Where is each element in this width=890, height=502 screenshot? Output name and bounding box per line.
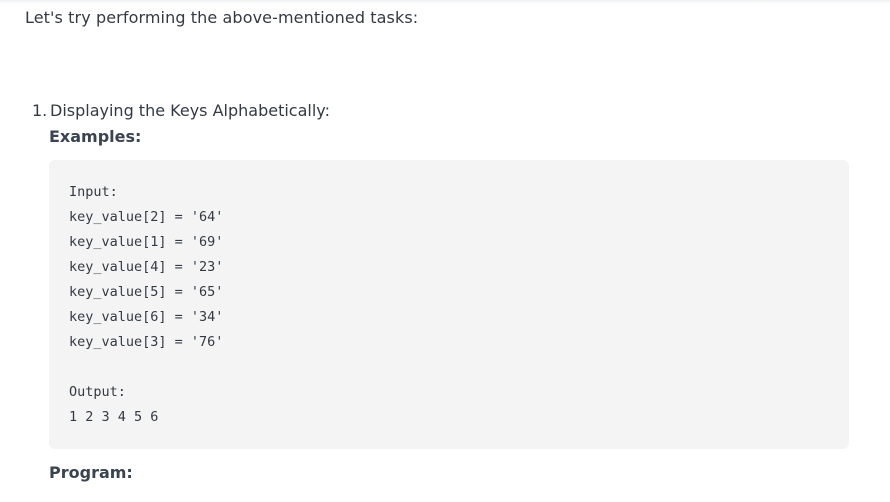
code-line: key_value[1] = '69' — [69, 234, 224, 250]
list-item-1: 1. Displaying the Keys Alphabetically: — [32, 101, 330, 120]
list-number: 1. — [32, 101, 48, 120]
code-line: 1 2 3 4 5 6 — [69, 409, 159, 425]
code-line: key_value[5] = '65' — [69, 284, 224, 300]
code-line: key_value[6] = '34' — [69, 309, 224, 325]
code-block: Input: key_value[2] = '64' key_value[1] … — [49, 160, 849, 449]
code-line: Output: — [69, 384, 126, 400]
code-line: key_value[2] = '64' — [69, 209, 224, 225]
code-line: Input: — [69, 184, 118, 200]
code-line: key_value[4] = '23' — [69, 259, 224, 275]
program-label: Program: — [49, 463, 133, 482]
intro-paragraph: Let's try performing the above-mentioned… — [25, 8, 419, 27]
examples-label: Examples: — [49, 127, 142, 146]
top-edge-shadow — [0, 0, 890, 4]
code-lines: Input: key_value[2] = '64' key_value[1] … — [69, 184, 223, 434]
code-line: key_value[3] = '76' — [69, 334, 224, 350]
list-heading: Displaying the Keys Alphabetically: — [50, 101, 330, 120]
